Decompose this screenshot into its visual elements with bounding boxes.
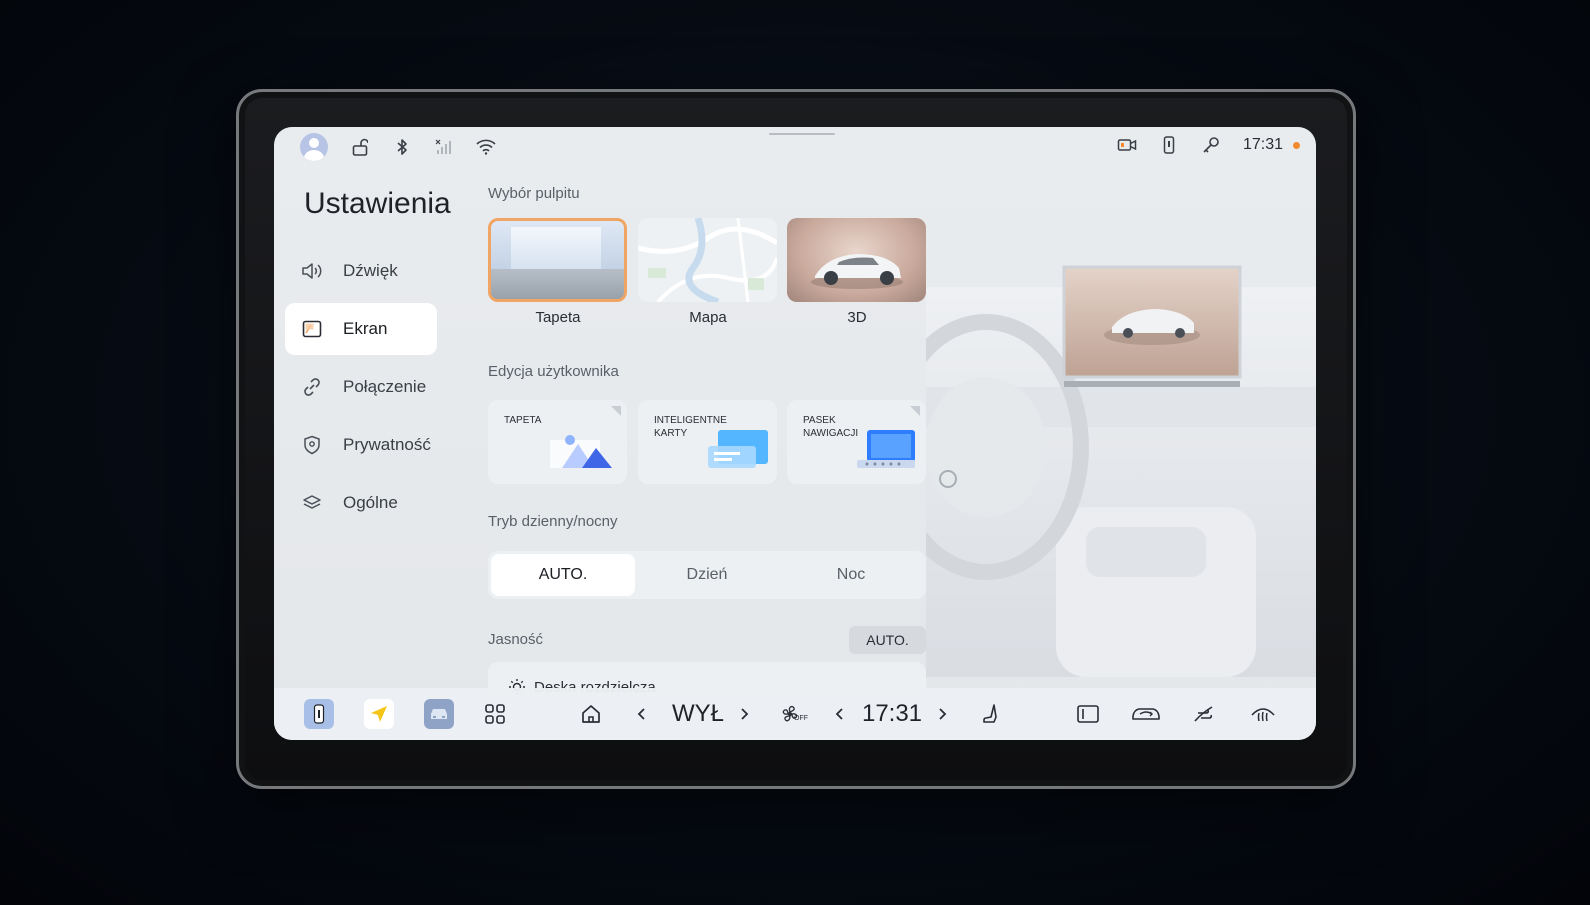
notification-dot: [1293, 141, 1300, 149]
car-app-icon: [431, 709, 447, 719]
dashcam-icon[interactable]: [1117, 135, 1137, 155]
sidebar-item-privacy[interactable]: Prywatność: [285, 419, 437, 471]
front-defrost-icon[interactable]: [1250, 697, 1276, 731]
key-icon[interactable]: [1201, 135, 1221, 155]
phone-key-icon[interactable]: [1159, 135, 1179, 155]
day-night-option-day[interactable]: Dzień: [635, 554, 779, 596]
car-interior-image: [926, 265, 1316, 677]
wallpaper-caption-3d: 3D: [847, 309, 867, 326]
climate-right-value: 17:31: [861, 700, 923, 727]
wallpaper-caption-tapeta: Tapeta: [535, 309, 581, 326]
climate-left-decrease-icon[interactable]: [636, 697, 648, 731]
climate-right-increase-icon[interactable]: [936, 697, 948, 731]
display-icon: [301, 318, 323, 340]
status-bar: 17:31: [274, 127, 1316, 167]
navbar-illustration-icon: [857, 430, 915, 468]
car-recirculation-icon[interactable]: [1130, 697, 1162, 731]
layers-icon: [301, 492, 323, 514]
link-icon: [301, 376, 323, 398]
wallpaper-option-mapa[interactable]: [638, 218, 777, 302]
user-edit-label: Edycja użytkownika: [488, 363, 619, 380]
settings-nav: Dźwięk Ekran Połączenie Prywatność Ogóln…: [285, 245, 437, 535]
home-icon[interactable]: [580, 697, 602, 731]
sidebar-item-label: Ekran: [343, 319, 388, 338]
navigation-arrow-icon: [371, 706, 387, 722]
brightness-label: Jasność: [488, 631, 544, 648]
day-night-option-night[interactable]: Noc: [779, 554, 923, 596]
sidebar-item-connection[interactable]: Połączenie: [285, 361, 437, 413]
bottom-dock: WYŁ OFF 17:31: [274, 688, 1316, 740]
bluetooth-icon[interactable]: [392, 137, 412, 157]
signal-icon: [434, 137, 454, 157]
wallpaper-caption-mapa: Mapa: [689, 309, 727, 326]
sidebar-item-label: Ogólne: [343, 493, 398, 512]
wallpaper-illustration-icon: [550, 435, 612, 468]
seat-heating-icon[interactable]: [980, 697, 1002, 731]
status-time: 17:31: [1242, 136, 1283, 153]
sidebar-item-general[interactable]: Ogólne: [285, 477, 437, 529]
sidebar-item-sound[interactable]: Dźwięk: [285, 245, 437, 297]
wifi-icon[interactable]: [476, 137, 496, 157]
fan-icon[interactable]: OFF: [774, 697, 810, 731]
phone-key-app-icon: [313, 704, 325, 724]
dock-app-vehicle[interactable]: [424, 697, 454, 731]
sidebar-item-label: Prywatność: [343, 435, 431, 454]
dock-app-phone-key[interactable]: [304, 697, 334, 731]
day-night-option-auto[interactable]: AUTO.: [491, 554, 635, 596]
wallpaper-option-tapeta[interactable]: [488, 218, 627, 302]
sidebar-item-label: Dźwięk: [343, 261, 398, 280]
airflow-icon[interactable]: [1192, 697, 1216, 731]
rear-defrost-icon[interactable]: [1076, 697, 1100, 731]
edit-card-smart-cards[interactable]: INTELIGENTNE KARTY: [638, 400, 777, 484]
edit-card-wallpaper[interactable]: TAPETA: [488, 400, 627, 484]
fan-status-label: OFF: [794, 715, 808, 722]
sidebar-item-display[interactable]: Ekran: [285, 303, 437, 355]
wallpaper-option-3d[interactable]: [787, 218, 926, 302]
sidebar-item-label: Połączenie: [343, 377, 427, 396]
pull-down-handle[interactable]: [769, 133, 835, 135]
cards-illustration-icon: [708, 430, 768, 468]
page-title: Ustawienia: [304, 187, 451, 220]
climate-left-value: WYŁ: [671, 700, 724, 727]
day-night-label: Tryb dzienny/nocny: [488, 513, 618, 530]
dock-app-navigation[interactable]: [364, 697, 394, 731]
shield-icon: [301, 434, 323, 456]
climate-right-decrease-icon[interactable]: [834, 697, 846, 731]
climate-left-increase-icon[interactable]: [738, 697, 750, 731]
brightness-auto-button[interactable]: AUTO.: [849, 626, 926, 654]
infotainment-screen: 17:31 Ustawienia Dźwięk Ekran Połączenie: [274, 127, 1316, 740]
app-grid-icon[interactable]: [484, 697, 506, 731]
edit-card-label: TAPETA: [504, 415, 542, 426]
avatar[interactable]: [300, 133, 328, 161]
speaker-icon: [301, 260, 323, 282]
desktop-selection-label: Wybór pulpitu: [488, 185, 580, 202]
unlock-icon[interactable]: [350, 137, 370, 157]
edit-card-nav-bar[interactable]: PASEK NAWIGACJI: [787, 400, 926, 484]
day-night-selector: AUTO. Dzień Noc: [488, 551, 926, 599]
